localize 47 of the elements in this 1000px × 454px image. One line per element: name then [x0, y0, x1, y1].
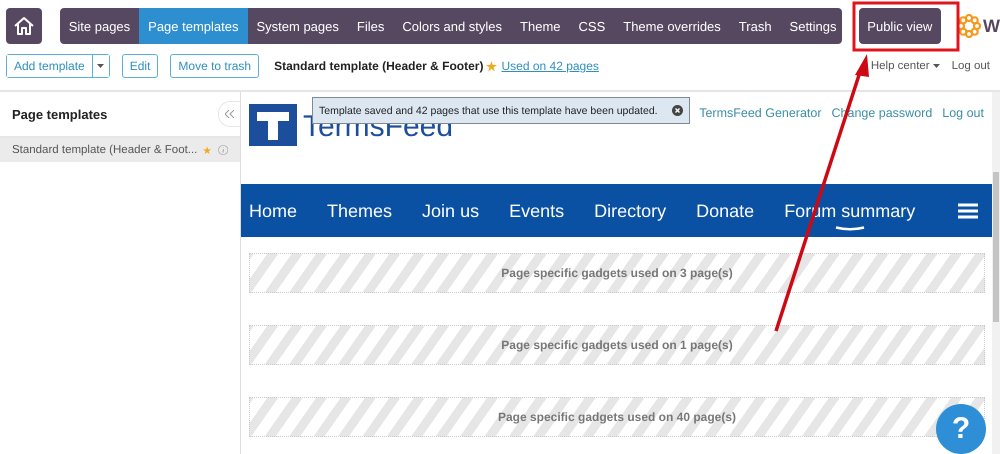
- edit-button[interactable]: Edit: [122, 54, 158, 78]
- usage-link[interactable]: Used on 42 pages: [501, 59, 599, 73]
- gadget-area-label: Page specific gadgets used on 40 page(s): [498, 410, 736, 424]
- t-logo-icon: [249, 104, 297, 146]
- template-name: Standard template (Header & Footer): [274, 59, 484, 73]
- move-to-trash-button[interactable]: Move to trash: [170, 54, 260, 78]
- nav-tab[interactable]: Trash: [730, 8, 781, 44]
- nav-tab[interactable]: Files: [348, 8, 394, 44]
- site-menu-item[interactable]: Donate: [696, 190, 754, 232]
- public-view-button[interactable]: Public view: [858, 8, 941, 44]
- active-underline-icon: [834, 226, 865, 232]
- site-link[interactable]: Log out: [942, 106, 984, 184]
- double-chevron-icon: [225, 110, 234, 118]
- site-menu-item[interactable]: Themes: [327, 190, 392, 232]
- site-menu-item[interactable]: Events: [509, 190, 564, 232]
- nav-tab[interactable]: Theme overrides: [614, 8, 730, 44]
- nav-tab[interactable]: Page templates: [139, 8, 248, 44]
- nav-tab[interactable]: CSS: [570, 8, 614, 44]
- template-name: Standard template (Header & Foot...: [12, 144, 198, 156]
- template-list-item[interactable]: Standard template (Header & Foot...: [0, 138, 240, 162]
- gadget-area-label: Page specific gadgets used on 1 page(s): [501, 338, 733, 352]
- log-out-link[interactable]: Log out: [952, 60, 990, 72]
- nav-tab[interactable]: Settings: [780, 8, 842, 44]
- caret-icon: [97, 64, 104, 68]
- brand-name: W: [983, 16, 1000, 36]
- site-menu-item[interactable]: Join us: [422, 190, 480, 232]
- help-center-menu[interactable]: Help center: [870, 60, 940, 72]
- nav-tab[interactable]: Theme: [511, 8, 570, 44]
- menu-icon[interactable]: [958, 202, 978, 218]
- flower-logo-icon: [957, 14, 981, 38]
- nav-tab[interactable]: Site pages: [60, 8, 140, 44]
- home-button[interactable]: [6, 8, 42, 44]
- scrollbar[interactable]: [992, 92, 1000, 454]
- site-link[interactable]: TermsFeed Generator: [699, 106, 822, 184]
- gadget-area-label: Page specific gadgets used on 3 page(s): [501, 266, 733, 280]
- add-template-button[interactable]: Add template: [7, 55, 93, 77]
- home-icon: [12, 15, 35, 37]
- caret-icon: [932, 64, 940, 68]
- close-icon[interactable]: [672, 105, 683, 116]
- nav-tab[interactable]: System pages: [248, 8, 348, 44]
- nav-tab[interactable]: Colors and styles: [393, 8, 512, 44]
- sidebar-title: Page templates: [12, 106, 108, 122]
- site-menu-item[interactable]: Directory: [594, 190, 666, 232]
- notification-message: Template saved and 42 pages that use this template have been updated.: [319, 104, 658, 116]
- star-icon: [486, 60, 498, 72]
- site-menu-item[interactable]: Home: [249, 190, 298, 232]
- star-icon: [203, 144, 212, 156]
